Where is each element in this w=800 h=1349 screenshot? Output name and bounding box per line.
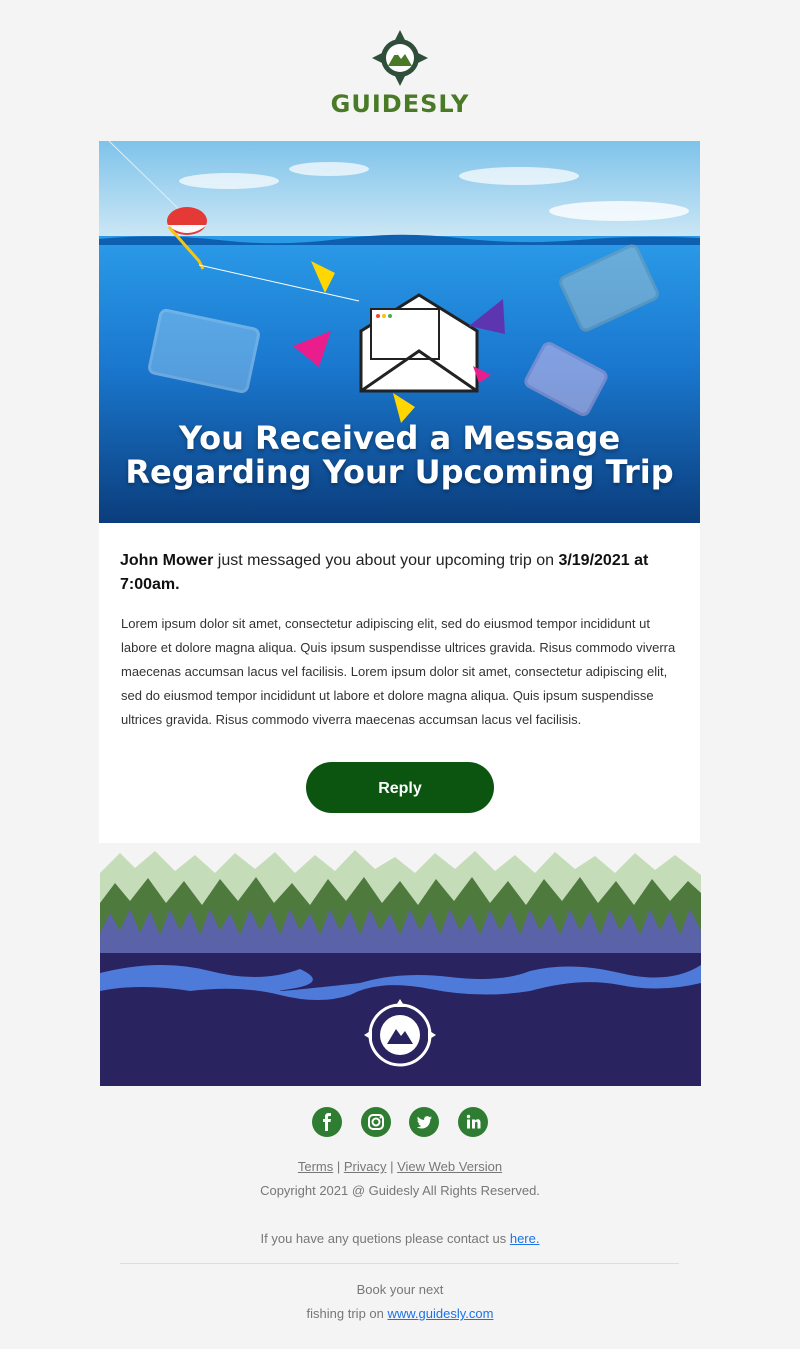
book-trip-text: Book your next fishing trip on www.guide… bbox=[0, 1278, 800, 1326]
reply-button[interactable]: Reply bbox=[306, 762, 494, 813]
linkedin-icon[interactable] bbox=[457, 1107, 488, 1137]
message-card: John Mower just messaged you about your … bbox=[99, 523, 700, 843]
book-line2-prefix: fishing trip on bbox=[306, 1306, 388, 1321]
hero-banner: You Received a Message Regarding Your Up… bbox=[99, 141, 700, 523]
footer-landscape bbox=[100, 843, 701, 1086]
contact-here-link[interactable]: here. bbox=[510, 1231, 540, 1246]
terms-link[interactable]: Terms bbox=[298, 1159, 333, 1174]
sender-name: John Mower bbox=[120, 552, 214, 569]
copyright-text: Copyright 2021 @ Guidesly All Rights Res… bbox=[260, 1183, 540, 1198]
hero-title-line2: Regarding Your Upcoming Trip bbox=[125, 453, 674, 491]
hero-title-line1: You Received a Message bbox=[178, 419, 621, 457]
website-link[interactable]: www.guidesly.com bbox=[387, 1306, 493, 1321]
separator: | bbox=[333, 1159, 344, 1174]
privacy-link[interactable]: Privacy bbox=[344, 1159, 387, 1174]
hero-title: You Received a Message Regarding Your Up… bbox=[99, 421, 700, 489]
contact-text: If you have any quetions please contact … bbox=[260, 1231, 510, 1246]
message-body: Lorem ipsum dolor sit amet, consectetur … bbox=[121, 616, 676, 727]
compass-mountain-logo-icon bbox=[372, 30, 428, 86]
message-lead: John Mower just messaged you about your … bbox=[120, 549, 680, 597]
lead-middle-text: just messaged you about your upcoming tr… bbox=[213, 552, 559, 569]
footer-divider bbox=[120, 1263, 679, 1264]
facebook-icon[interactable] bbox=[312, 1107, 343, 1137]
social-links bbox=[0, 1107, 800, 1137]
twitter-icon[interactable] bbox=[409, 1107, 440, 1137]
instagram-icon[interactable] bbox=[360, 1107, 391, 1137]
footer-links: Terms | Privacy | View Web Version bbox=[0, 1158, 800, 1176]
separator: | bbox=[386, 1159, 398, 1174]
logo-wordmark: GUIDESLY bbox=[330, 90, 470, 118]
web-version-link[interactable]: View Web Version bbox=[397, 1159, 502, 1174]
book-line2: fishing trip on www.guidesly.com bbox=[0, 1302, 800, 1326]
contact-line: If you have any quetions please contact … bbox=[0, 1230, 800, 1248]
book-line1: Book your next bbox=[356, 1282, 444, 1297]
mountain-lake-illustration bbox=[100, 843, 701, 1086]
header-logo[interactable]: GUIDESLY bbox=[0, 28, 800, 118]
